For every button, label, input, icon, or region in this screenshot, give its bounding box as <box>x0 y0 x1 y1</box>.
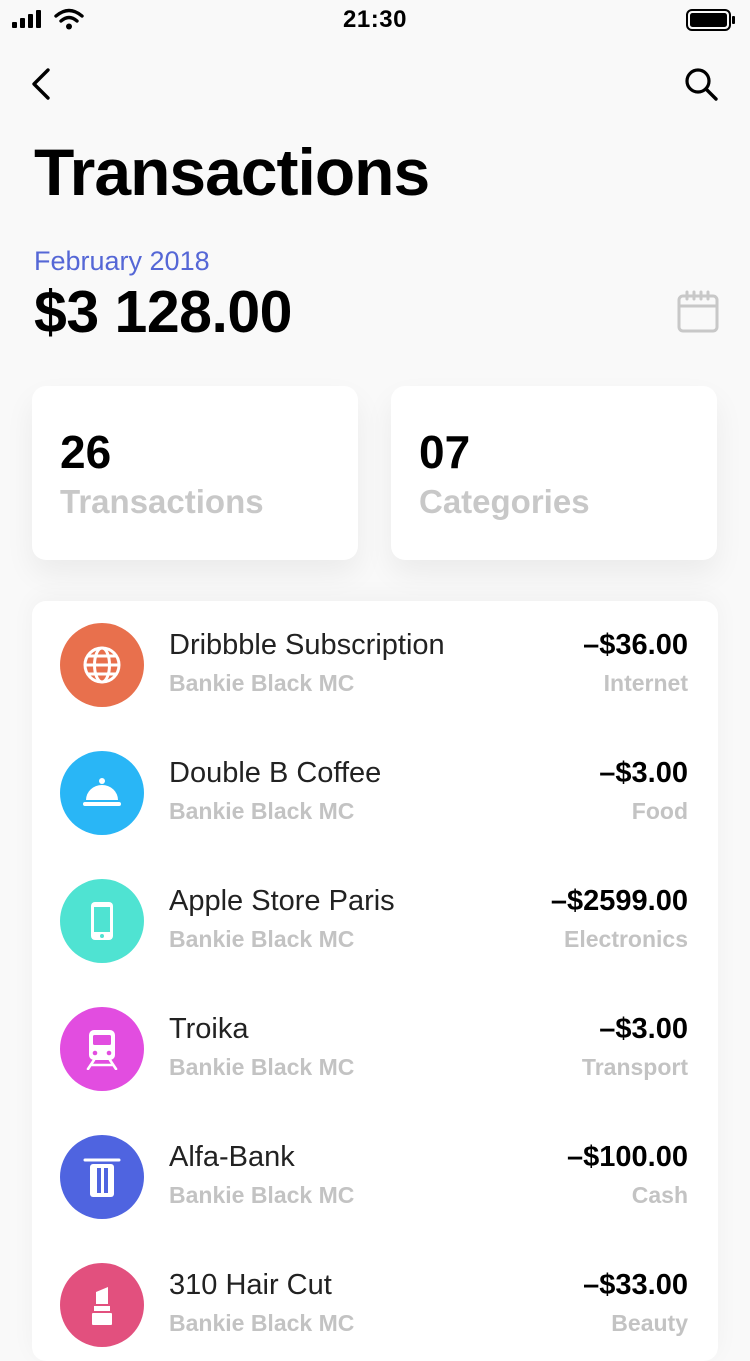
transaction-category: Electronics <box>564 926 688 952</box>
category-icon <box>60 751 144 835</box>
back-button[interactable] <box>24 64 64 104</box>
status-time: 21:30 <box>343 6 407 33</box>
transaction-category: Internet <box>603 670 688 696</box>
category-icon <box>60 1007 144 1091</box>
categories-count: 07 <box>419 426 471 478</box>
atm-card-icon <box>83 1158 121 1197</box>
transaction-row[interactable]: Double B Coffee Bankie Black MC –$3.00 F… <box>32 729 718 857</box>
merchant-name: Alfa-Bank <box>169 1141 295 1173</box>
transaction-category: Food <box>631 798 688 824</box>
card-name: Bankie Black MC <box>169 1182 355 1208</box>
transaction-row[interactable]: Apple Store Paris Bankie Black MC –$2599… <box>32 857 718 985</box>
transaction-row[interactable]: Alfa-Bank Bankie Black MC –$100.00 Cash <box>32 1113 718 1241</box>
transaction-row[interactable]: Troika Bankie Black MC –$3.00 Transport <box>32 985 718 1113</box>
period-label[interactable]: February 2018 <box>34 244 210 278</box>
transactions-count: 26 <box>60 426 112 478</box>
phone-icon <box>91 902 113 940</box>
category-icon <box>60 879 144 963</box>
calendar-icon <box>677 290 719 333</box>
category-icon <box>60 1135 144 1219</box>
cloche-icon <box>83 778 121 806</box>
merchant-name: Dribbble Subscription <box>169 629 445 661</box>
total-amount: $3 128.00 <box>34 279 292 345</box>
battery-icon <box>686 9 735 31</box>
card-name: Bankie Black MC <box>169 670 355 696</box>
page-title: Transactions <box>34 135 430 209</box>
category-icon <box>60 623 144 707</box>
transaction-row[interactable]: 310 Hair Cut Bankie Black MC –$33.00 Bea… <box>32 1241 718 1361</box>
transaction-amount: –$100.00 <box>567 1141 688 1173</box>
transaction-category: Transport <box>581 1054 688 1080</box>
chevron-left-icon <box>32 68 50 100</box>
transactions-count-label: Transactions <box>60 483 264 520</box>
globe-icon <box>83 646 121 684</box>
categories-count-label: Categories <box>419 483 590 520</box>
card-name: Bankie Black MC <box>169 798 355 824</box>
card-name: Bankie Black MC <box>169 1054 355 1080</box>
search-button[interactable] <box>680 64 724 104</box>
merchant-name: Troika <box>169 1013 249 1045</box>
merchant-name: 310 Hair Cut <box>169 1269 332 1301</box>
lipstick-icon <box>92 1287 112 1325</box>
card-name: Bankie Black MC <box>169 926 355 952</box>
category-icon <box>60 1263 144 1347</box>
transactions-list: Dribbble Subscription Bankie Black MC –$… <box>32 601 718 1361</box>
transaction-amount: –$3.00 <box>599 1013 688 1045</box>
transaction-amount: –$36.00 <box>583 629 688 661</box>
transactions-count-card[interactable]: 26 Transactions <box>32 386 358 560</box>
categories-count-card[interactable]: 07 Categories <box>391 386 717 560</box>
transaction-amount: –$2599.00 <box>550 885 688 917</box>
transaction-amount: –$33.00 <box>583 1269 688 1301</box>
transaction-row[interactable]: Dribbble Subscription Bankie Black MC –$… <box>32 601 718 729</box>
calendar-button[interactable] <box>676 290 720 334</box>
merchant-name: Double B Coffee <box>169 757 382 789</box>
transaction-category: Cash <box>631 1182 688 1208</box>
search-icon <box>685 68 718 101</box>
train-icon <box>86 1030 118 1070</box>
status-bar: 21:30 <box>0 0 750 40</box>
transaction-amount: –$3.00 <box>599 757 688 789</box>
merchant-name: Apple Store Paris <box>169 885 395 917</box>
